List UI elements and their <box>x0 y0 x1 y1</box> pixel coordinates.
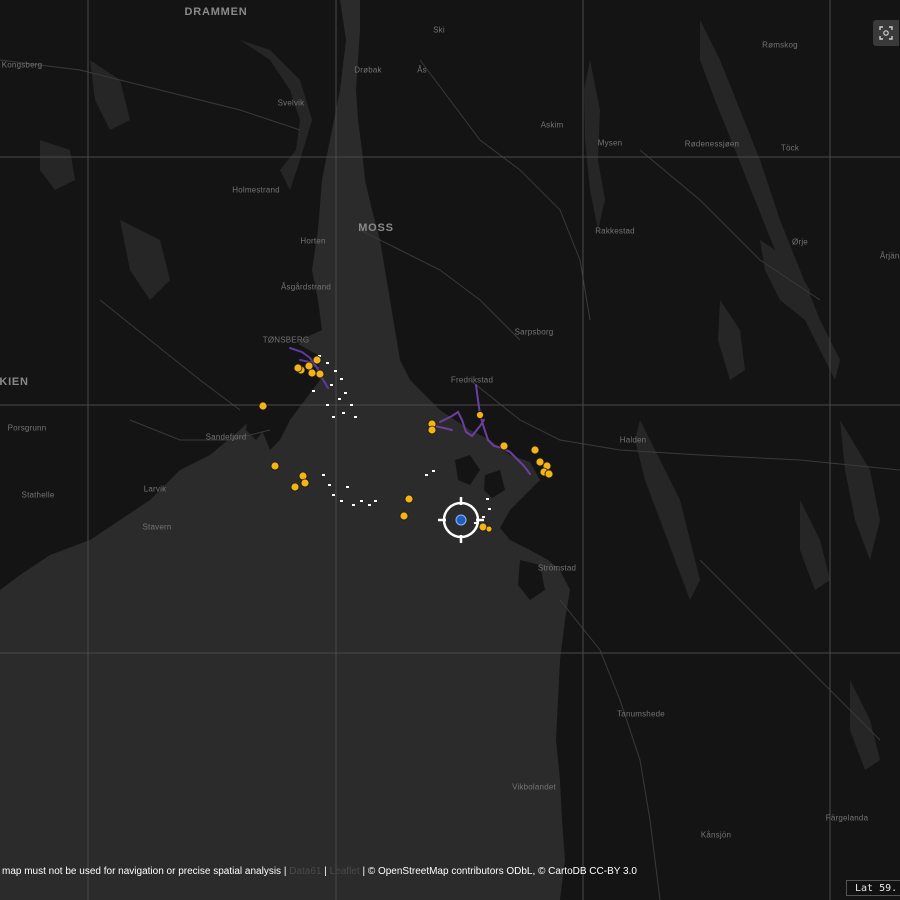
attribution-copyright: | © OpenStreetMap contributors ODbL, © C… <box>362 866 637 877</box>
coordinate-readout: Lat 59. <box>846 880 900 896</box>
location-dot <box>455 514 467 526</box>
attribution-disclaimer: is map must not be used for navigation o… <box>0 866 287 877</box>
attribution-link-leaflet[interactable]: Leaflet <box>330 866 360 877</box>
map-attribution: is map must not be used for navigation o… <box>0 864 720 880</box>
coordinate-label: Lat <box>855 883 874 894</box>
attribution-separator: | <box>324 866 327 877</box>
base-map <box>0 0 900 900</box>
fullscreen-button[interactable] <box>873 20 899 46</box>
map-canvas[interactable]: DRAMMEN MOSS TØNSBERG Fredrikstad Sarpsborg H… <box>0 0 900 900</box>
fullscreen-icon <box>879 26 893 40</box>
attribution-link-data61[interactable]: Data61 <box>289 866 321 877</box>
coordinate-value: 59. <box>879 883 898 894</box>
